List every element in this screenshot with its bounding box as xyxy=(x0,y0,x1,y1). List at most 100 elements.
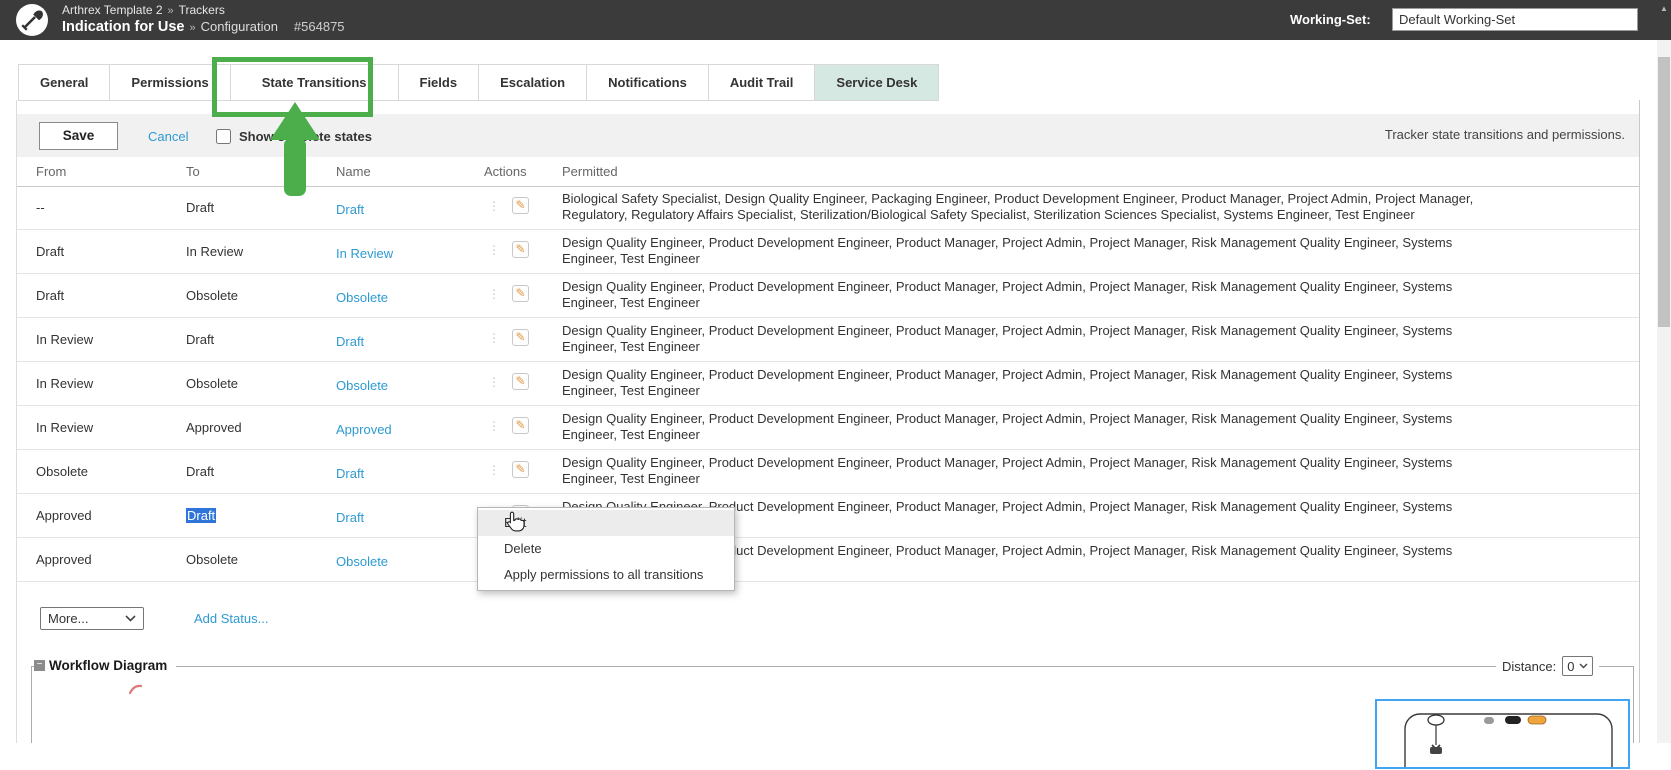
breadcrumb-project[interactable]: Arthrex Template 2 xyxy=(62,3,163,17)
edit-pencil-icon[interactable]: ✎ xyxy=(512,285,529,302)
add-status-link[interactable]: Add Status... xyxy=(194,611,268,626)
distance-dropdown[interactable]: 0 xyxy=(1562,656,1593,676)
page-title: Indication for Use xyxy=(62,19,184,35)
permitted-roles: Design Quality Engineer, Product Develop… xyxy=(562,411,1507,443)
column-header-actions: Actions xyxy=(484,164,527,179)
state-transitions-panel: Save Cancel Show obsolete states Tracker… xyxy=(16,100,1640,743)
menu-item-apply-permissions[interactable]: Apply permissions to all transitions xyxy=(478,562,734,588)
row-actions: ⋮ ✎ xyxy=(484,241,529,258)
table-row: In Review Approved Approved ⋮ ✎ Design Q… xyxy=(17,406,1639,450)
permitted-roles: Design Quality Engineer, Product Develop… xyxy=(562,235,1507,267)
column-header-from: From xyxy=(36,164,66,179)
table-header-row: From To Name Actions Permitted xyxy=(17,160,1639,187)
breadcrumb-separator: » xyxy=(168,5,174,17)
to-state-text: Obsolete xyxy=(186,552,238,567)
transition-name-link[interactable]: Obsolete xyxy=(336,554,388,569)
toolbar: Save Cancel Show obsolete states Tracker… xyxy=(17,114,1639,157)
to-state-text: Draft xyxy=(186,508,216,523)
collapse-icon[interactable]: − xyxy=(34,660,45,671)
permitted-roles: Biological Safety Specialist, Design Qua… xyxy=(562,191,1507,223)
from-state: In Review xyxy=(36,332,93,347)
menu-item-edit[interactable]: Edit xyxy=(478,510,734,536)
more-dropdown[interactable]: More... xyxy=(40,607,144,630)
item-id: #564875 xyxy=(294,19,345,34)
working-set-label: Working-Set: xyxy=(1290,12,1371,27)
table-row: Draft Obsolete Obsolete ⋮ ✎ Design Quali… xyxy=(17,274,1639,318)
row-actions: ⋮ ✎ xyxy=(484,417,529,434)
to-state-text: Approved xyxy=(186,420,242,435)
from-state: -- xyxy=(36,200,45,215)
panel-hint-text: Tracker state transitions and permission… xyxy=(1385,127,1625,142)
working-set-input[interactable] xyxy=(1392,8,1638,31)
to-state-text: In Review xyxy=(186,244,243,259)
column-header-to: To xyxy=(186,164,200,179)
tab-audit-trail[interactable]: Audit Trail xyxy=(708,64,816,101)
row-menu-icon[interactable]: ⋮ xyxy=(488,419,500,433)
edit-pencil-icon[interactable]: ✎ xyxy=(512,241,529,258)
breadcrumb-trackers[interactable]: Trackers xyxy=(179,3,225,17)
from-state: Approved xyxy=(36,552,92,567)
transition-name-link[interactable]: Approved xyxy=(336,422,392,437)
edit-pencil-icon[interactable]: ✎ xyxy=(512,329,529,346)
tab-general[interactable]: General xyxy=(18,64,110,101)
edit-pencil-icon[interactable]: ✎ xyxy=(512,461,529,478)
tab-escalation[interactable]: Escalation xyxy=(478,64,587,101)
transition-name-link[interactable]: Draft xyxy=(336,466,364,481)
to-state: Draft xyxy=(186,332,214,347)
title-separator: » xyxy=(189,22,195,34)
to-state: Obsolete xyxy=(186,552,238,567)
to-state-text: Draft xyxy=(186,200,214,215)
show-obsolete-checkbox[interactable] xyxy=(216,129,231,144)
transition-name-link[interactable]: Obsolete xyxy=(336,378,388,393)
cancel-link[interactable]: Cancel xyxy=(148,129,188,144)
row-menu-icon[interactable]: ⋮ xyxy=(488,331,500,345)
from-state: Draft xyxy=(36,244,64,259)
scrollbar-up-arrow-icon[interactable]: ▲ xyxy=(1657,0,1671,40)
to-state-text: Draft xyxy=(186,332,214,347)
transition-name-link[interactable]: Draft xyxy=(336,202,364,217)
more-dropdown-value: More... xyxy=(48,611,88,626)
row-menu-icon[interactable]: ⋮ xyxy=(488,243,500,257)
distance-label: Distance: xyxy=(1502,659,1556,674)
permitted-roles: Design Quality Engineer, Product Develop… xyxy=(562,367,1507,399)
distance-value: 0 xyxy=(1567,659,1574,674)
tab-fields[interactable]: Fields xyxy=(398,64,480,101)
diagram-artifact-mark xyxy=(128,682,144,696)
scrollbar-thumb[interactable] xyxy=(1658,57,1670,327)
to-state: Draft xyxy=(186,464,214,479)
edit-pencil-icon[interactable]: ✎ xyxy=(512,373,529,390)
row-actions: ⋮ ✎ xyxy=(484,285,529,302)
table-row: In Review Obsolete Obsolete ⋮ ✎ Design Q… xyxy=(17,362,1639,406)
row-menu-icon[interactable]: ⋮ xyxy=(488,463,500,477)
edit-pencil-icon[interactable]: ✎ xyxy=(512,197,529,214)
table-row: In Review Draft Draft ⋮ ✎ Design Quality… xyxy=(17,318,1639,362)
row-context-menu: Edit Delete Apply permissions to all tra… xyxy=(477,507,735,591)
transition-name-link[interactable]: Draft xyxy=(336,334,364,349)
row-menu-icon[interactable]: ⋮ xyxy=(488,287,500,301)
from-state: Draft xyxy=(36,288,64,303)
menu-item-delete[interactable]: Delete xyxy=(478,536,734,562)
chevron-down-icon xyxy=(125,615,136,622)
to-state-text: Obsolete xyxy=(186,376,238,391)
row-menu-icon[interactable]: ⋮ xyxy=(488,199,500,213)
from-state: In Review xyxy=(36,376,93,391)
from-state: In Review xyxy=(36,420,93,435)
row-actions: ⋮ ✎ xyxy=(484,461,529,478)
transition-name-link[interactable]: In Review xyxy=(336,246,393,261)
table-row: Draft In Review In Review ⋮ ✎ Design Qua… xyxy=(17,230,1639,274)
transition-name-link[interactable]: Draft xyxy=(336,510,364,525)
edit-pencil-icon[interactable]: ✎ xyxy=(512,417,529,434)
vertical-scrollbar[interactable]: ▲ xyxy=(1657,0,1671,743)
tab-notifications[interactable]: Notifications xyxy=(586,64,709,101)
workflow-overview-thumbnail[interactable] xyxy=(1375,699,1630,769)
tab-service-desk[interactable]: Service Desk xyxy=(814,64,939,101)
permitted-roles: Design Quality Engineer, Product Develop… xyxy=(562,455,1507,487)
transition-name-link[interactable]: Obsolete xyxy=(336,290,388,305)
to-state: In Review xyxy=(186,244,243,259)
mini-workflow-diagram xyxy=(1377,701,1628,767)
table-row: -- Draft Draft ⋮ ✎ Biological Safety Spe… xyxy=(17,186,1639,230)
workflow-diagram-title: Workflow Diagram xyxy=(49,658,167,673)
save-button[interactable]: Save xyxy=(39,122,118,150)
row-menu-icon[interactable]: ⋮ xyxy=(488,375,500,389)
tracker-app-icon[interactable] xyxy=(16,4,48,36)
